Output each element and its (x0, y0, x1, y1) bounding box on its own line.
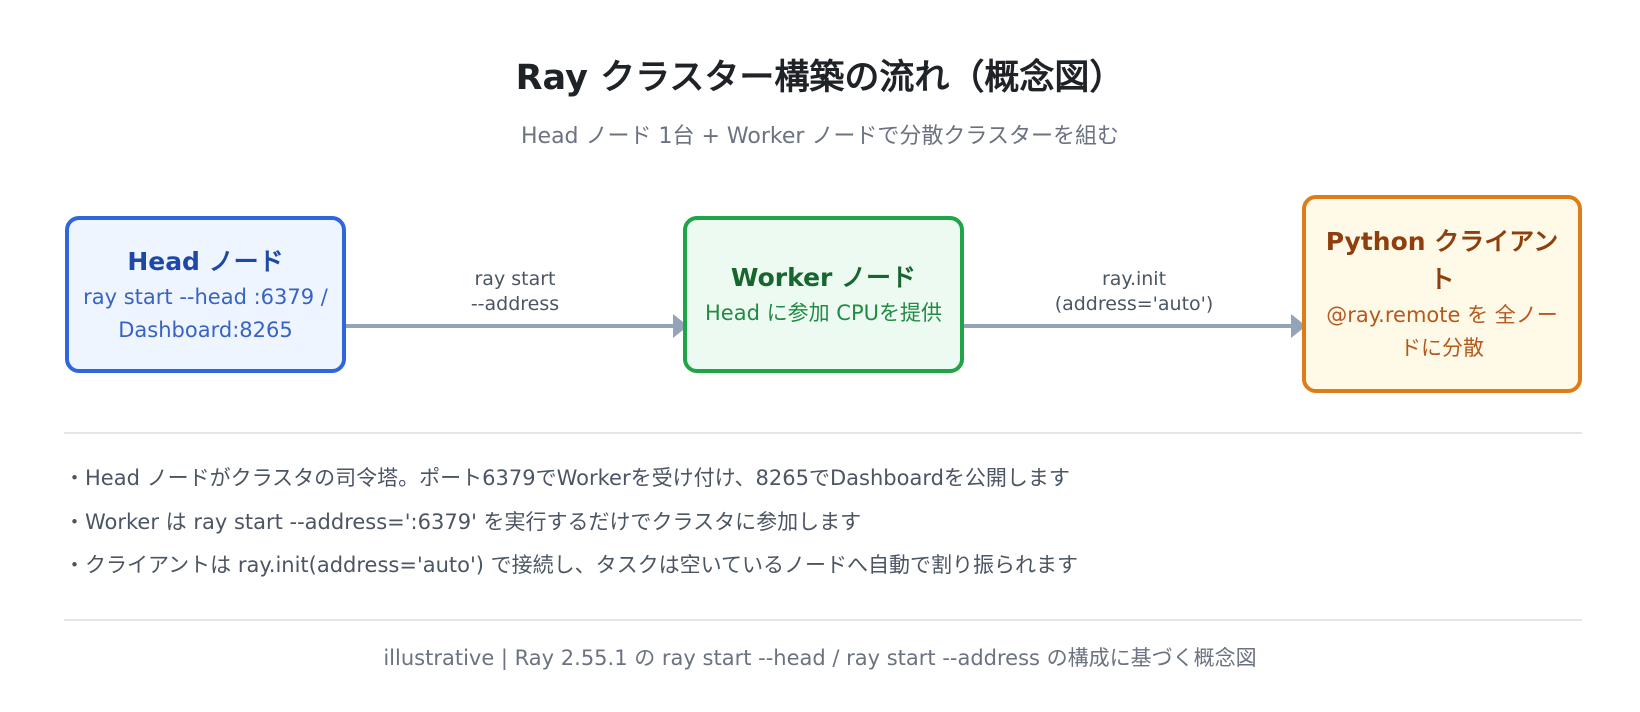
head-node-description: ray start --head :6379 / Dashboard:8265 (83, 284, 328, 342)
edge-worker-to-client-label-line2: (address='auto') (1054, 293, 1214, 315)
edge-head-to-worker-label-line2: --address (470, 293, 560, 315)
note-item: ・クライアントは ray.init(address='auto') で接続し、タ… (64, 553, 1078, 577)
edge-worker-to-client-line (964, 324, 1294, 328)
client-node-box: Python クライアント @ray.remote を 全ノードに分散 (1302, 195, 1582, 393)
notes-list: ・Head ノードがクラスタの司令塔。ポート6379でWorkerを受け付け、8… (64, 457, 1584, 588)
divider-bottom (64, 619, 1582, 621)
edge-head-to-worker-line (346, 324, 676, 328)
head-node-box: Head ノード ray start --head :6379 / Dashbo… (65, 216, 346, 373)
footer-caption: illustrative | Ray 2.55.1 の ray start --… (383, 646, 1257, 670)
worker-node-title: Worker ノード (730, 263, 917, 292)
diagram-title: Ray クラスター構築の流れ（概念図） (515, 58, 1125, 98)
worker-node-box: Worker ノード Head に参加 CPUを提供 (683, 216, 964, 373)
diagram-subtitle: Head ノード 1台 + Worker ノードで分散クラスターを組む (521, 124, 1119, 149)
edge-worker-to-client-label-line1: ray.init (1101, 268, 1167, 290)
edge-head-to-worker-label-line1: ray start (474, 268, 556, 290)
note-item: ・Worker は ray start --address=':6379' を実… (64, 509, 862, 534)
client-node-title: Python クライアント (1325, 227, 1559, 294)
client-node-description: @ray.remote を 全ノードに分散 (1326, 303, 1558, 360)
head-node-title: Head ノード (127, 246, 284, 276)
edge-worker-to-client-label: ray.init (address='auto') (1034, 267, 1234, 317)
note-item: ・Head ノードがクラスタの司令塔。ポート6379でWorkerを受け付け、8… (64, 466, 1070, 490)
divider-top (64, 432, 1582, 434)
edge-head-to-worker-label: ray start --address (425, 267, 605, 317)
worker-node-description: Head に参加 CPUを提供 (705, 301, 942, 325)
